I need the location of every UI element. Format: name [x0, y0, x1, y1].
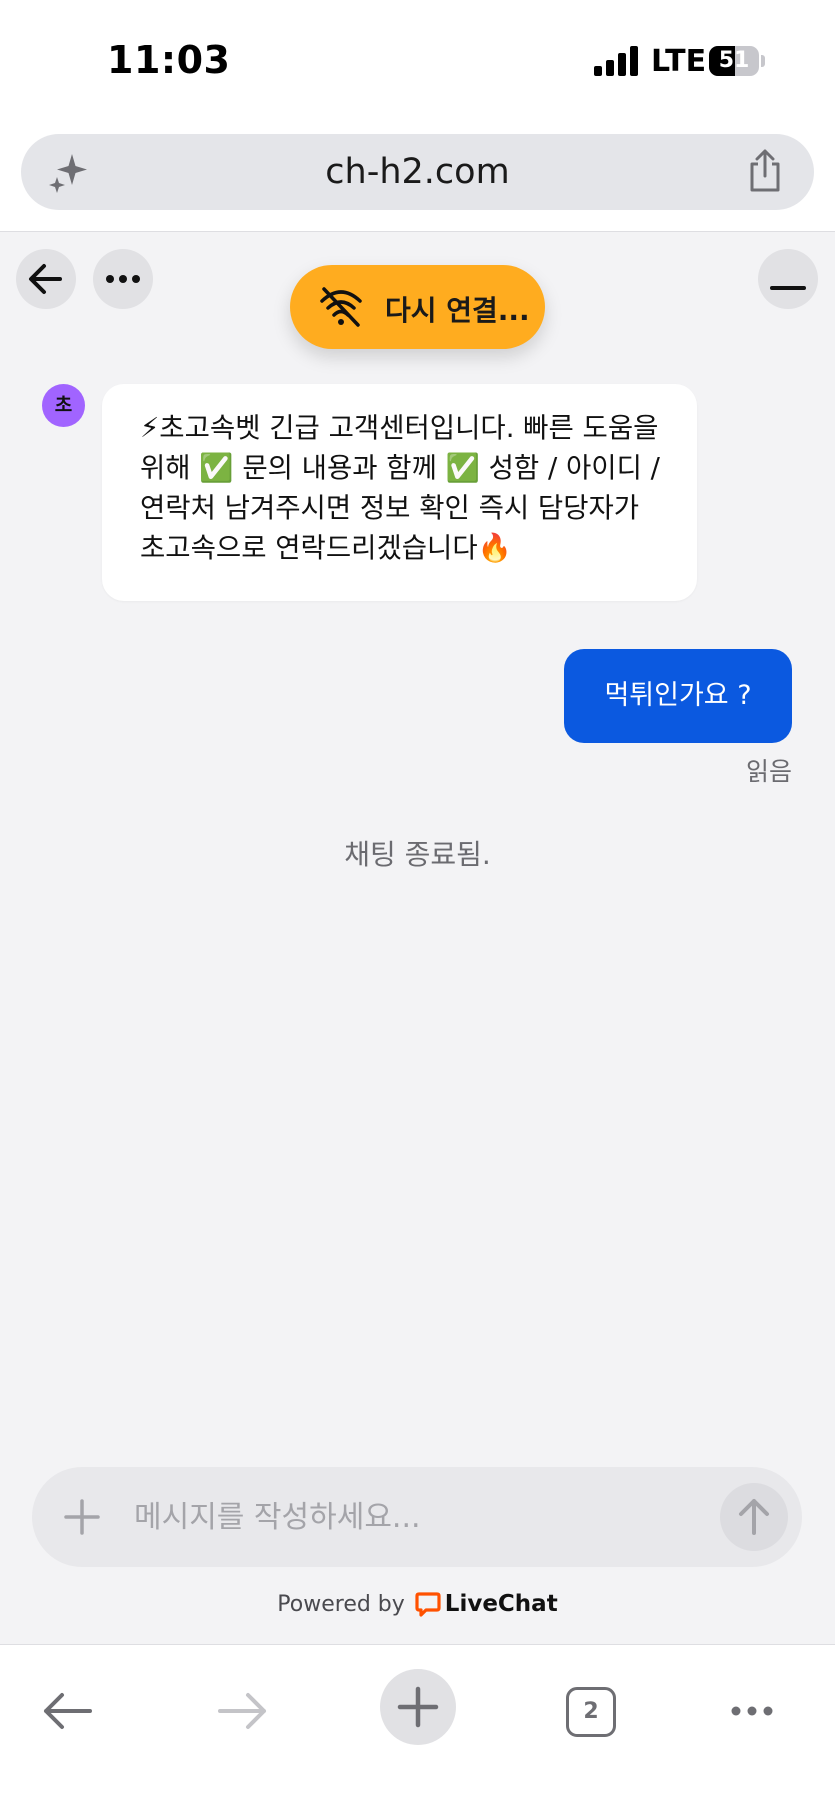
minimize-button[interactable] [758, 249, 818, 309]
browser-forward-button[interactable] [206, 1675, 278, 1747]
livechat-logo-icon [415, 1592, 441, 1617]
message-input[interactable] [134, 1487, 634, 1547]
wifi-off-icon [320, 287, 362, 327]
tabs-button[interactable]: 2 [566, 1687, 616, 1737]
back-button[interactable] [16, 249, 76, 309]
more-options-button[interactable] [93, 249, 153, 309]
arrow-right-icon [218, 1693, 266, 1729]
browser-top-area: 11:03 LTE 51 ch-h2.com [0, 0, 835, 232]
arrow-up-icon [739, 1499, 769, 1535]
message-composer [32, 1467, 802, 1567]
minimize-icon [770, 286, 806, 290]
send-button[interactable] [720, 1483, 788, 1551]
agent-avatar: 초 [42, 384, 85, 427]
read-receipt: 읽음 [745, 757, 792, 786]
browser-toolbar: 2 [0, 1644, 835, 1810]
battery-icon: 51 [709, 46, 759, 76]
browser-menu-button[interactable] [716, 1675, 788, 1747]
browser-back-button[interactable] [32, 1675, 104, 1747]
user-message-bubble: 먹튀인가요 ? [564, 649, 792, 743]
arrow-left-icon [29, 264, 62, 294]
chat-ended-notice: 채팅 종료됨. [344, 838, 491, 871]
address-bar[interactable]: ch-h2.com [21, 134, 814, 210]
url-text[interactable]: ch-h2.com [21, 152, 814, 192]
new-tab-button[interactable] [380, 1669, 456, 1745]
status-time: 11:03 [107, 38, 231, 82]
cellular-signal-icon [594, 46, 638, 76]
reconnect-label: 다시 연결... [385, 294, 530, 327]
ellipsis-icon [106, 275, 140, 283]
reconnect-banner[interactable]: 다시 연결... [290, 265, 545, 349]
battery-cap [761, 55, 765, 67]
livechat-brand: LiveChat [444, 1591, 558, 1617]
battery-level: 51 [718, 48, 750, 73]
powered-by-footer[interactable]: Powered by LiveChat [0, 1591, 835, 1617]
plus-icon [397, 1686, 439, 1728]
agent-message-bubble: ⚡초고속벳 긴급 고객센터입니다. 빠른 도움을 위해 ✅ 문의 내용과 함께 … [102, 384, 697, 601]
ellipsis-icon [731, 1706, 773, 1716]
network-type: LTE [651, 44, 707, 79]
powered-by-text: Powered by [277, 1592, 405, 1617]
plus-icon[interactable] [60, 1495, 104, 1539]
share-icon[interactable] [744, 148, 786, 194]
arrow-left-icon [44, 1693, 92, 1729]
